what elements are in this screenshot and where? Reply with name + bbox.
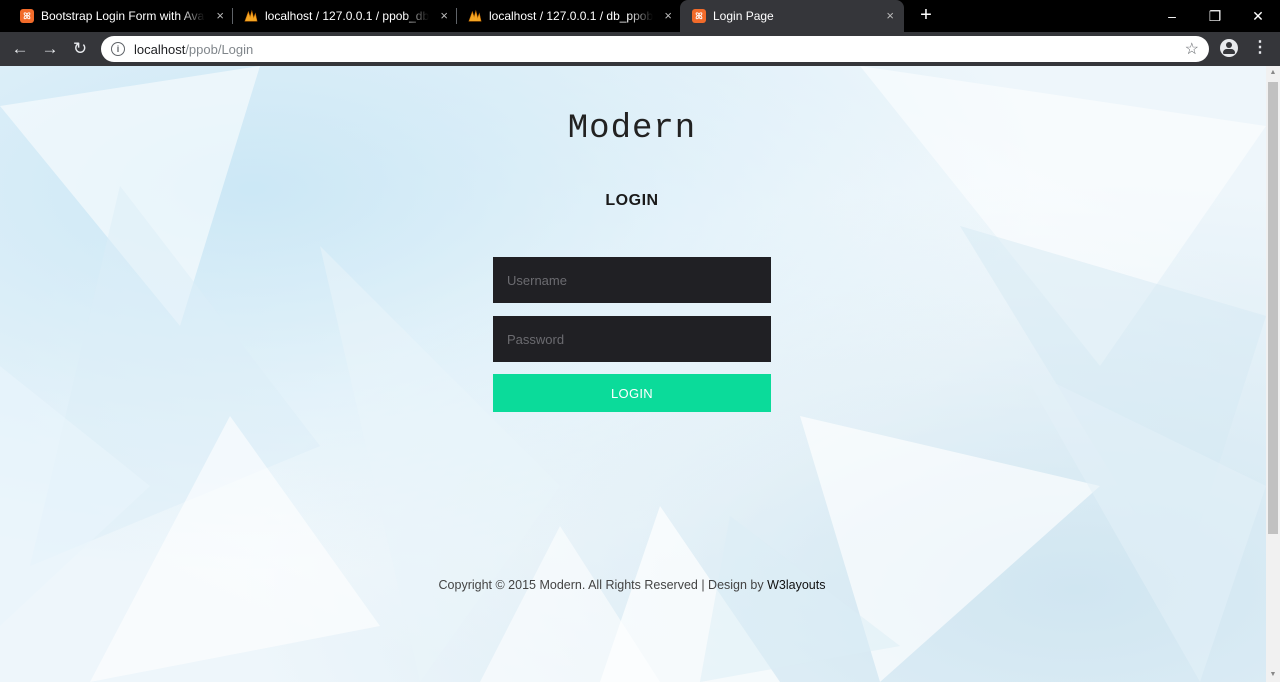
xampp-icon: ꕤ	[692, 9, 706, 23]
copyright-text: Copyright © 2015 Modern. All Rights Rese…	[438, 578, 768, 592]
tab-title: Login Page	[713, 9, 774, 23]
page-title: LOGIN	[605, 192, 659, 209]
tab-title: localhost / 127.0.0.1 / ppob_db /	[265, 9, 429, 23]
close-icon[interactable]: ×	[664, 9, 672, 23]
browser-toolbar: ← → ↻ i localhost/ppob/Login ☆ ⋮	[0, 32, 1280, 66]
page-viewport: Modern LOGIN LOGIN Copyright © 2015 Mode…	[0, 66, 1266, 682]
phpmyadmin-icon	[244, 9, 258, 23]
close-window-button[interactable]: ✕	[1236, 0, 1280, 32]
tab-title: localhost / 127.0.0.1 / db_ppob |	[489, 9, 653, 23]
url-host: localhost	[134, 41, 186, 57]
footer: Copyright © 2015 Modern. All Rights Rese…	[0, 578, 1264, 592]
reload-icon[interactable]: ↻	[68, 37, 92, 61]
username-input[interactable]	[493, 257, 771, 303]
close-icon[interactable]: ×	[440, 9, 448, 23]
minimize-button[interactable]: –	[1150, 0, 1194, 32]
scroll-up-icon[interactable]: ▲	[1266, 66, 1280, 80]
login-button[interactable]: LOGIN	[493, 374, 771, 412]
tab-title: Bootstrap Login Form with Avata	[41, 9, 205, 23]
forward-icon[interactable]: →	[38, 37, 62, 61]
vertical-scrollbar[interactable]: ▲ ▼	[1266, 66, 1280, 682]
scrollbar-thumb[interactable]	[1268, 82, 1278, 534]
bookmark-star-icon[interactable]: ☆	[1185, 39, 1199, 59]
tab-db-ppob[interactable]: localhost / 127.0.0.1 / db_ppob | ×	[448, 0, 680, 32]
profile-icon[interactable]	[1220, 39, 1238, 57]
menu-dots-icon[interactable]: ⋮	[1252, 38, 1268, 60]
close-icon[interactable]: ×	[886, 9, 894, 23]
tab-ppob-db[interactable]: localhost / 127.0.0.1 / ppob_db / ×	[224, 0, 456, 32]
tab-login-page[interactable]: ꕤ Login Page ×	[680, 0, 904, 32]
address-bar[interactable]: i localhost/ppob/Login ☆	[101, 36, 1209, 62]
tab-bootstrap-login[interactable]: ꕤ Bootstrap Login Form with Avata ×	[0, 0, 232, 32]
close-icon[interactable]: ×	[216, 9, 224, 23]
back-icon[interactable]: ←	[8, 37, 32, 61]
restore-button[interactable]: ❐	[1193, 0, 1237, 32]
url-path: /ppob/Login	[185, 41, 254, 57]
scroll-down-icon[interactable]: ▼	[1266, 668, 1280, 682]
phpmyadmin-icon	[468, 9, 482, 23]
w3layouts-link[interactable]: W3layouts	[767, 578, 825, 592]
url-text[interactable]: localhost/ppob/Login	[134, 42, 253, 57]
tab-strip: ꕤ Bootstrap Login Form with Avata × loca…	[0, 0, 1280, 32]
xampp-icon: ꕤ	[20, 9, 34, 23]
password-input[interactable]	[493, 316, 771, 362]
info-icon[interactable]: i	[111, 42, 125, 56]
brand-logo: Modern	[567, 110, 697, 148]
new-tab-button[interactable]: +	[916, 4, 936, 28]
